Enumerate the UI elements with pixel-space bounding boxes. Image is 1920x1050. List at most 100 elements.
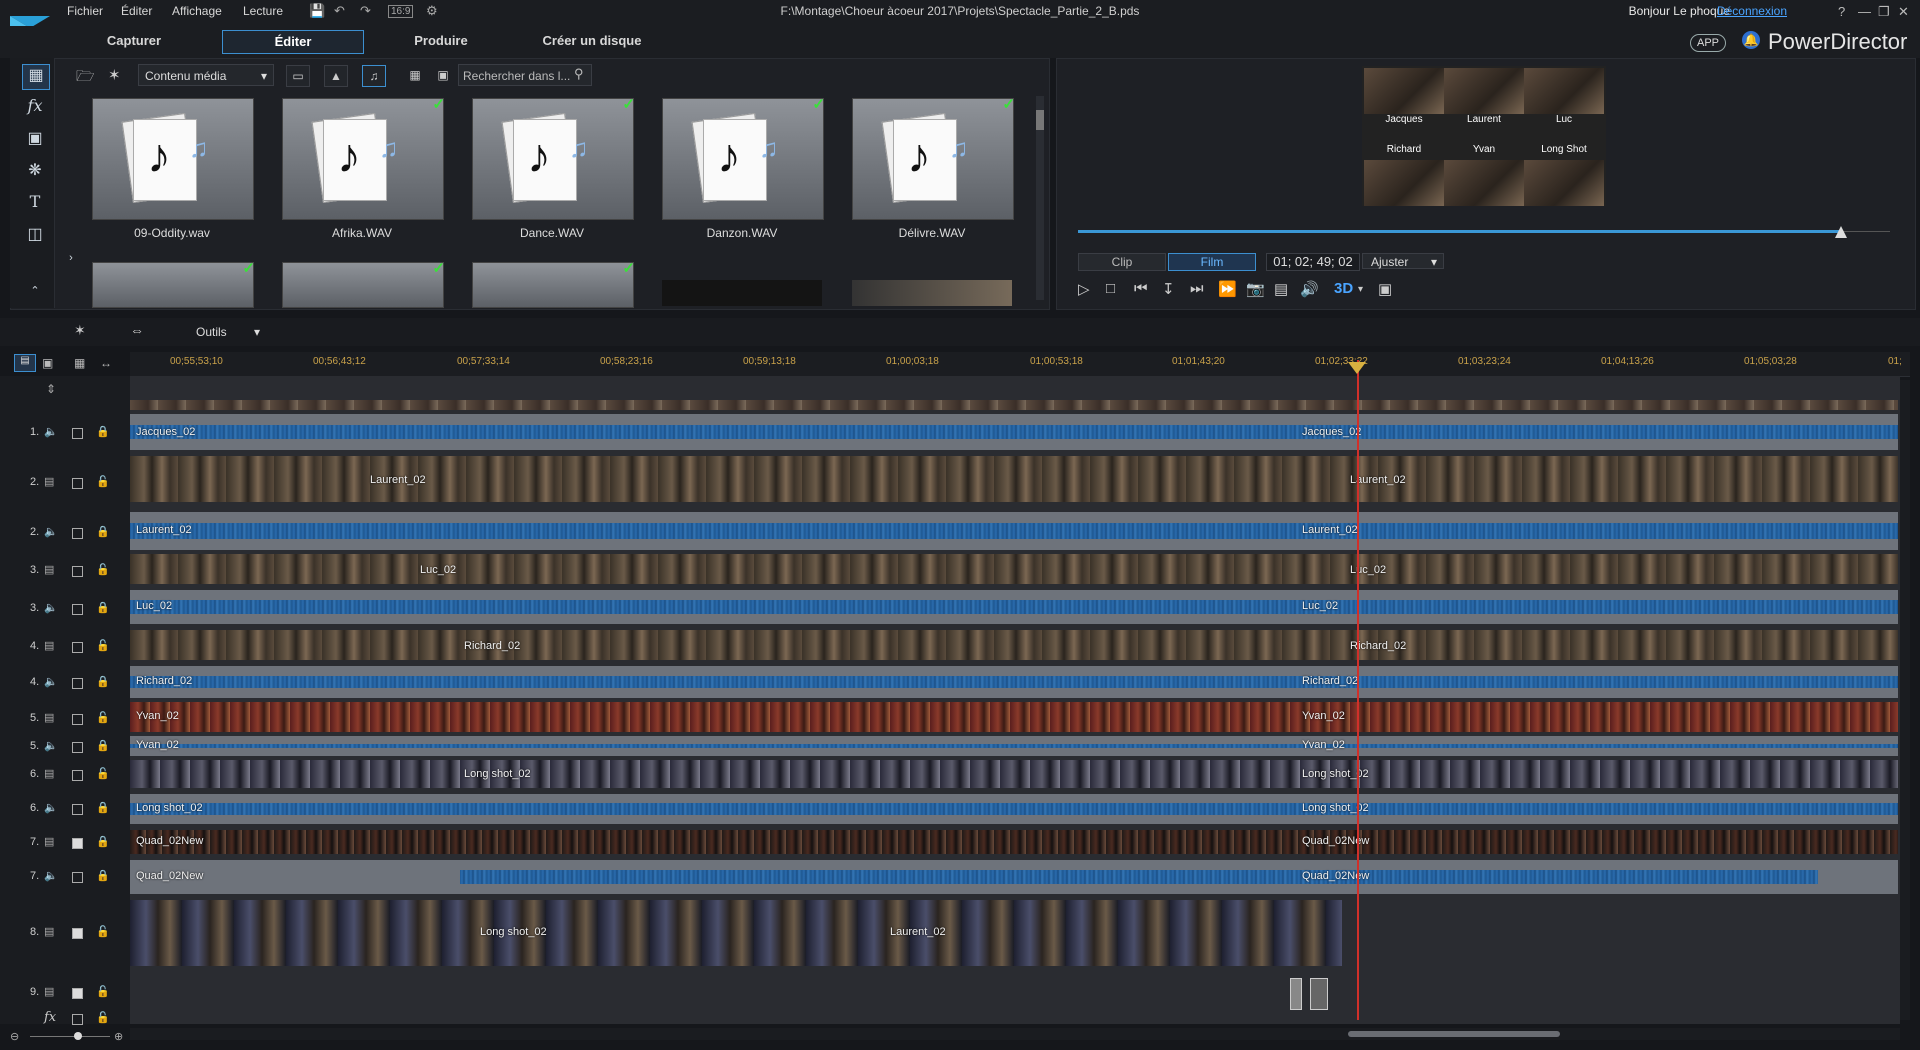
library-scroll-thumb[interactable] xyxy=(1036,110,1044,130)
app-badge[interactable]: APP xyxy=(1690,34,1727,52)
tab-produire[interactable]: Produire xyxy=(386,30,496,52)
help-icon[interactable]: ? xyxy=(1838,4,1845,19)
unlock-icon[interactable]: 🔓 xyxy=(96,639,110,652)
video-track-lane[interactable]: Luc_02 Luc_02 xyxy=(130,554,1898,584)
media-item-thumbnail[interactable] xyxy=(662,280,822,306)
split-icon[interactable]: ⇔ xyxy=(130,322,144,338)
track-enable-checkbox[interactable] xyxy=(72,770,83,781)
expand-panel-icon[interactable]: › xyxy=(66,252,76,276)
thumbnail-size-icon[interactable]: ▣ xyxy=(432,65,454,85)
playhead-handle[interactable] xyxy=(1348,362,1366,374)
lock-icon[interactable]: 🔒 xyxy=(96,675,110,688)
stop-icon[interactable]: □ xyxy=(1106,280,1115,297)
playhead[interactable] xyxy=(1357,360,1359,1020)
audio-track-lane[interactable]: Luc_02 Luc_02 xyxy=(130,590,1898,624)
track-enable-checkbox[interactable] xyxy=(72,678,83,689)
logout-link[interactable]: Déconnexion xyxy=(1717,4,1787,18)
import-media-icon[interactable]: 🗁 xyxy=(76,66,95,91)
media-item-thumbnail[interactable]: ✓ xyxy=(92,262,254,308)
video-track-lane[interactable]: Yvan_02 Yvan_02 xyxy=(130,702,1898,732)
chevron-down-icon[interactable]: ▾ xyxy=(1358,284,1363,295)
tab-capturer[interactable]: Capturer xyxy=(76,30,192,52)
notification-bell-icon[interactable]: 🔔 xyxy=(1742,31,1760,49)
audio-track-lane[interactable]: Laurent_02 Laurent_02 xyxy=(130,512,1898,550)
track-enable-checkbox[interactable] xyxy=(72,1014,83,1025)
tab-creer-disque[interactable]: Créer un disque xyxy=(530,30,654,52)
timeline-vertical-scrollbar[interactable] xyxy=(1900,380,1910,1020)
filter-audio-button[interactable]: ♫ xyxy=(362,65,386,87)
search-input[interactable]: Rechercher dans l... xyxy=(458,64,592,86)
3d-toggle[interactable]: 3D xyxy=(1334,280,1353,297)
zoom-out-icon[interactable]: ⊖ xyxy=(10,1030,19,1043)
video-track-lane[interactable]: Long shot_02 Long shot_02 xyxy=(130,760,1898,788)
media-item-thumbnail[interactable]: ✓ xyxy=(472,262,634,308)
preview-scrubber[interactable] xyxy=(1078,230,1842,233)
magic-tools-icon[interactable]: ✶ xyxy=(74,322,86,339)
media-item-thumbnail[interactable] xyxy=(852,280,1012,306)
video-track-lane[interactable]: Laurent_02 Laurent_02 xyxy=(130,456,1898,502)
filter-video-button[interactable]: ▭ xyxy=(286,65,310,87)
transition-room-icon[interactable]: ◫ xyxy=(22,224,48,248)
video-track-lane[interactable]: Richard_02 Richard_02 xyxy=(130,630,1898,660)
title-room-icon[interactable]: T xyxy=(22,192,48,216)
track-enable-checkbox[interactable] xyxy=(72,988,83,999)
volume-icon[interactable]: 🔊 xyxy=(1300,280,1319,298)
clip-marker[interactable] xyxy=(1310,978,1328,1010)
media-room-icon[interactable]: ▦ xyxy=(22,64,50,90)
track-enable-checkbox[interactable] xyxy=(72,428,83,439)
tools-dropdown[interactable]: Outils ▾ xyxy=(196,322,266,342)
track-enable-checkbox[interactable] xyxy=(72,928,83,939)
zoom-fit-select[interactable]: Ajuster ▾ xyxy=(1362,253,1444,269)
timecode-display[interactable]: 01; 02; 49; 02 xyxy=(1266,253,1360,271)
track-enable-checkbox[interactable] xyxy=(72,804,83,815)
storyboard-view-icon[interactable]: ▣ xyxy=(42,356,53,370)
fast-forward-icon[interactable]: ⏩ xyxy=(1218,280,1237,298)
unlock-icon[interactable]: 🔓 xyxy=(96,1011,110,1024)
plugins-icon[interactable]: ✶ xyxy=(108,66,121,84)
lock-icon[interactable]: 🔒 xyxy=(96,739,110,752)
track-enable-checkbox[interactable] xyxy=(72,742,83,753)
unlock-icon[interactable]: 🔓 xyxy=(96,711,110,724)
pip-video-track-lane[interactable]: Long shot_02 Laurent_02 xyxy=(130,900,1342,966)
close-icon[interactable]: ✕ xyxy=(1898,4,1909,20)
snapshot-camera-icon[interactable]: 📷 xyxy=(1246,280,1265,298)
audio-track-lane[interactable]: Quad_02New Quad_02New xyxy=(130,860,1898,894)
clip-mode-button[interactable]: Clip xyxy=(1078,253,1166,271)
grid-view-icon[interactable]: ▦ xyxy=(404,65,426,85)
minimize-icon[interactable]: — xyxy=(1858,4,1871,19)
track-enable-checkbox[interactable] xyxy=(72,642,83,653)
unlock-icon[interactable]: 🔓 xyxy=(96,475,110,488)
restore-icon[interactable]: ❐ xyxy=(1878,4,1890,20)
lock-icon[interactable]: 🔒 xyxy=(96,801,110,814)
mark-in-icon[interactable]: ↧ xyxy=(1162,280,1175,298)
search-icon[interactable]: ⚲ xyxy=(574,66,584,82)
lock-icon[interactable]: 🔒 xyxy=(96,525,110,538)
lock-icon[interactable]: 🔒 xyxy=(96,425,110,438)
previous-frame-icon[interactable]: ⏮ xyxy=(1134,280,1148,297)
particle-room-icon[interactable]: ❋ xyxy=(22,160,48,184)
media-item-thumbnail[interactable]: ♪ ♫ ✓ xyxy=(472,96,635,220)
timeline-horizontal-scrollbar[interactable] xyxy=(130,1028,1900,1040)
media-item-thumbnail[interactable]: ✓ xyxy=(282,262,444,308)
play-icon[interactable]: ▷ xyxy=(1078,280,1090,298)
media-item-thumbnail[interactable]: ♪ ♫ ✓ xyxy=(282,96,445,220)
lock-icon[interactable]: 🔒 xyxy=(96,601,110,614)
track-manager-icon[interactable]: ▦ xyxy=(74,356,85,370)
media-item-thumbnail[interactable]: ♪ ♫ ✓ xyxy=(852,96,1015,220)
timeline-scroll-thumb[interactable] xyxy=(1348,1031,1560,1037)
fx-room-icon[interactable]: fx xyxy=(22,96,48,120)
timeline-view-icon[interactable]: ▤ xyxy=(14,354,36,372)
lock-icon[interactable]: 🔒 xyxy=(96,835,110,848)
fit-timeline-icon[interactable]: ↔ xyxy=(100,356,112,370)
audio-track-lane[interactable]: Jacques_02 Jacques_02 xyxy=(130,414,1898,450)
zoom-slider-knob[interactable] xyxy=(74,1032,82,1040)
track-enable-checkbox[interactable] xyxy=(72,566,83,577)
unlock-icon[interactable]: 🔓 xyxy=(96,563,110,576)
clip-marker[interactable] xyxy=(1290,978,1302,1010)
filter-image-button[interactable]: ▲ xyxy=(324,65,348,87)
video-track-lane[interactable]: Quad_02New Quad_02New xyxy=(130,830,1898,854)
track-enable-checkbox[interactable] xyxy=(72,838,83,849)
audio-track-lane[interactable]: Yvan_02 Yvan_02 xyxy=(130,736,1898,756)
track-enable-checkbox[interactable] xyxy=(72,604,83,615)
audio-track-lane[interactable]: Richard_02 Richard_02 xyxy=(130,666,1898,698)
